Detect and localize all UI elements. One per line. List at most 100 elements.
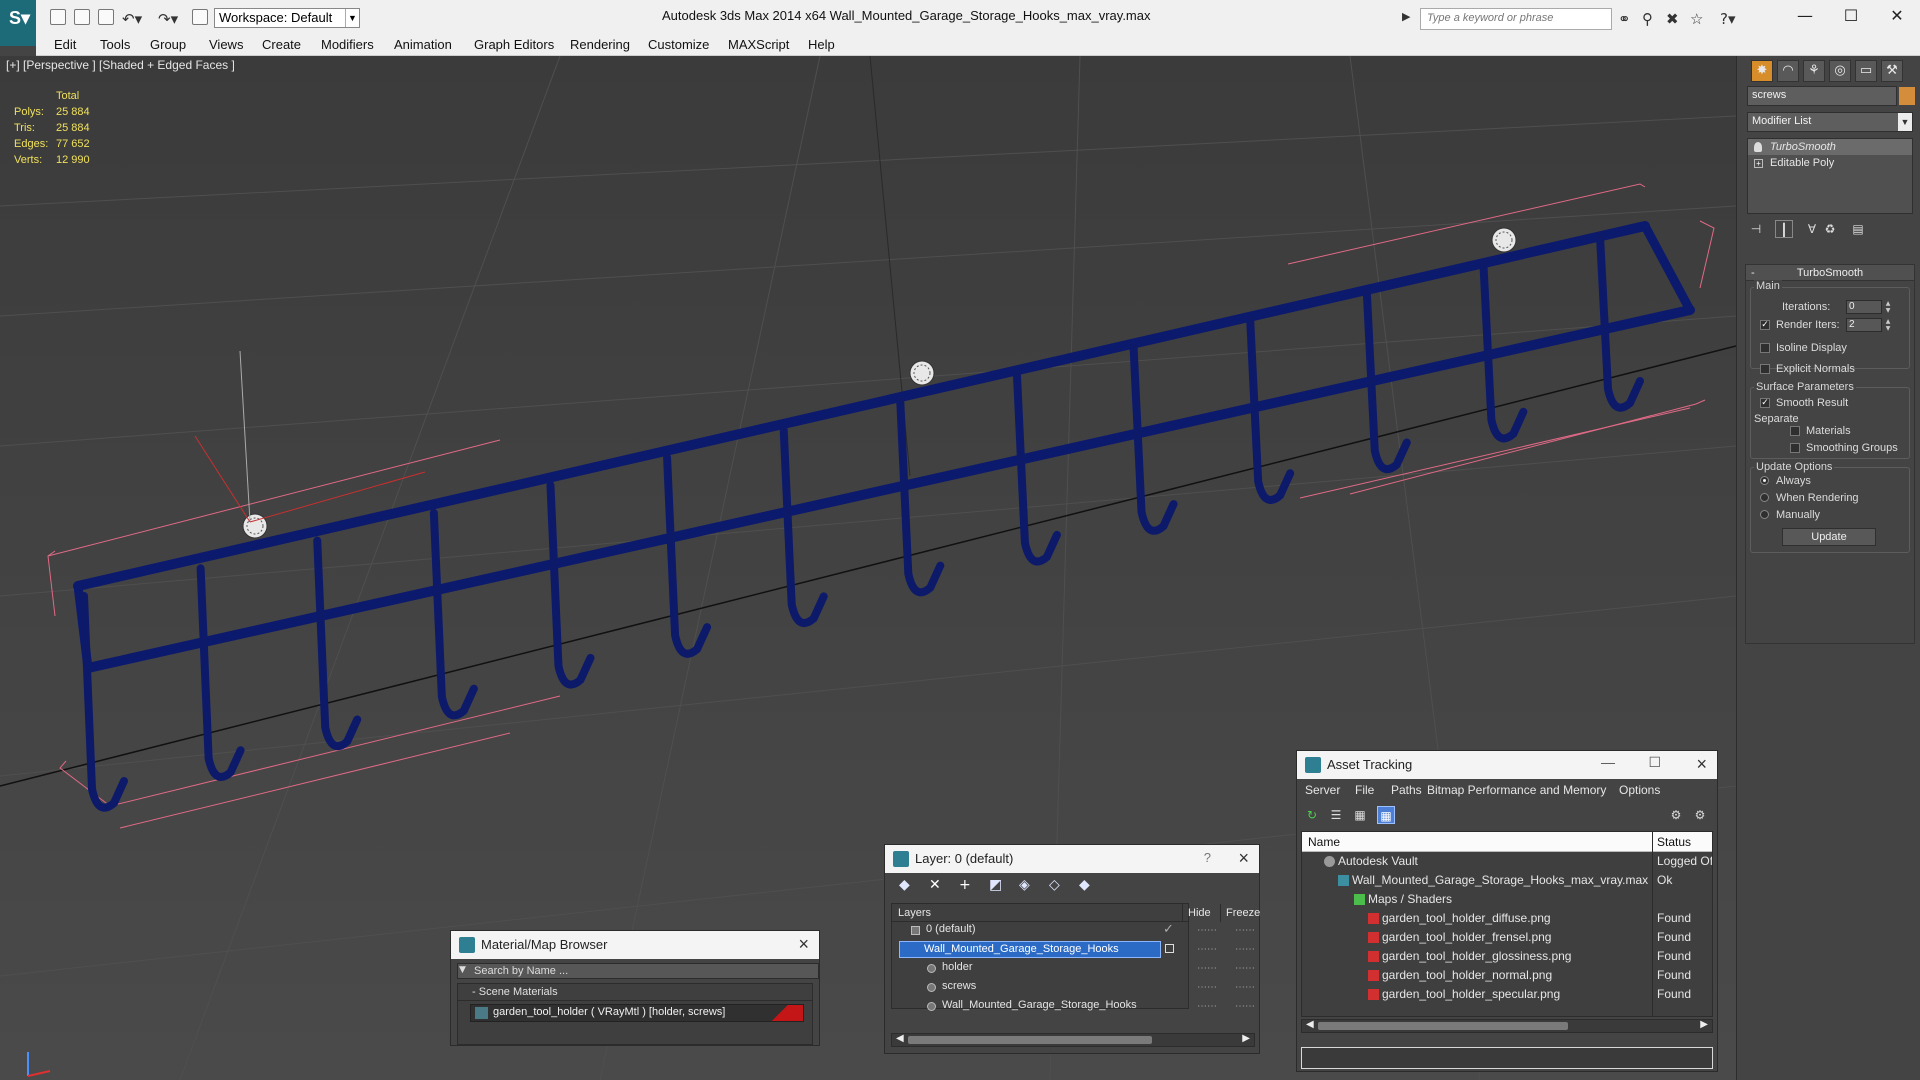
scroll-right-icon[interactable]: ▶ bbox=[1700, 1019, 1708, 1030]
add-to-layer-icon[interactable]: + bbox=[959, 877, 971, 893]
render-iters-checkbox[interactable]: ✓ bbox=[1760, 320, 1770, 330]
menu-edit[interactable]: Edit bbox=[54, 34, 76, 55]
minimize-button[interactable]: — bbox=[1782, 4, 1828, 28]
close-button[interactable]: ✕ bbox=[1874, 4, 1920, 28]
new-file-icon[interactable] bbox=[50, 9, 66, 25]
list-view-icon[interactable]: ☰ bbox=[1327, 806, 1345, 824]
set-current-toggle[interactable] bbox=[1165, 944, 1174, 953]
select-objects-icon[interactable]: ◩ bbox=[989, 877, 1002, 893]
menu-graph-editors[interactable]: Graph Editors bbox=[474, 34, 554, 55]
workspace-dropdown[interactable]: Workspace: Default ▼ bbox=[214, 8, 360, 28]
display-tab-icon[interactable]: ▭ bbox=[1855, 60, 1877, 82]
show-end-result-icon[interactable]: ┃ bbox=[1775, 220, 1793, 238]
delete-layer-icon[interactable]: ✕ bbox=[929, 877, 941, 893]
freeze-all-icon[interactable]: ◆ bbox=[1079, 877, 1090, 893]
hide-toggle[interactable]: ⋯⋯ bbox=[1197, 997, 1217, 1016]
create-tab-icon[interactable]: ✸ bbox=[1751, 60, 1773, 82]
pin-stack-icon[interactable]: ⊣ bbox=[1747, 220, 1765, 238]
highlight-layer-icon[interactable]: ◈ bbox=[1019, 877, 1030, 893]
layer-manager-titlebar[interactable]: Layer: 0 (default) ? × bbox=[885, 845, 1259, 873]
undo-icon[interactable]: ↶▾ bbox=[122, 10, 142, 28]
hierarchy-tab-icon[interactable]: ⚘ bbox=[1803, 60, 1825, 82]
communication-center-icon[interactable]: ⚲ bbox=[1642, 10, 1653, 28]
favorites-star-icon[interactable]: ☆ bbox=[1690, 10, 1703, 28]
asset-row-vault[interactable]: Autodesk Vault Logged Of bbox=[1302, 852, 1712, 871]
asset-row-frensel[interactable]: garden_tool_holder_frensel.png Found bbox=[1302, 928, 1712, 947]
grid-view-icon[interactable]: ▦ bbox=[1377, 806, 1395, 824]
asset-horizontal-scrollbar[interactable]: ◀ ▶ bbox=[1301, 1019, 1713, 1033]
configure-sets-icon[interactable]: ▤ bbox=[1849, 220, 1867, 238]
layers-column-header[interactable]: Layers bbox=[898, 907, 931, 919]
freeze-toggle[interactable]: ⋯⋯ bbox=[1235, 978, 1255, 997]
make-unique-icon[interactable]: ∀ bbox=[1803, 220, 1821, 238]
when-rendering-radio[interactable] bbox=[1760, 493, 1769, 502]
scroll-left-icon[interactable]: ◀ bbox=[1306, 1019, 1314, 1030]
asset-row-max-file[interactable]: Wall_Mounted_Garage_Storage_Hooks_max_vr… bbox=[1302, 871, 1712, 890]
search-expand-icon[interactable]: ▶ bbox=[1402, 10, 1410, 23]
menu-create[interactable]: Create bbox=[262, 34, 301, 55]
hide-toggle[interactable]: ⋯⋯ bbox=[1197, 940, 1217, 959]
object-color-swatch[interactable] bbox=[1899, 87, 1915, 105]
refresh-icon[interactable]: ↻ bbox=[1303, 806, 1321, 824]
save-file-icon[interactable] bbox=[98, 9, 114, 25]
layer-object-hooks[interactable]: Wall_Mounted_Garage_Storage_Hooks ⋯⋯ ⋯⋯ bbox=[891, 997, 1257, 1016]
asset-row-specular[interactable]: garden_tool_holder_specular.png Found bbox=[1302, 985, 1712, 1004]
maximize-button[interactable]: ☐ bbox=[1828, 4, 1874, 28]
asset-help-icon[interactable]: ⚙ bbox=[1691, 806, 1709, 824]
menu-tools[interactable]: Tools bbox=[100, 34, 130, 55]
layer-row-hooks[interactable]: Wall_Mounted_Garage_Storage_Hooks ⋯⋯ ⋯⋯ bbox=[891, 940, 1257, 959]
stack-item-editable-poly[interactable]: + Editable Poly bbox=[1748, 155, 1912, 171]
scroll-left-icon[interactable]: ◀ bbox=[896, 1033, 904, 1044]
maximize-button[interactable]: ☐ bbox=[1648, 754, 1661, 771]
menu-paths[interactable]: Paths bbox=[1391, 783, 1422, 797]
menu-options[interactable]: Options bbox=[1619, 783, 1660, 797]
layer-horizontal-scrollbar[interactable]: ◀ ▶ bbox=[891, 1033, 1255, 1047]
material-browser-titlebar[interactable]: Material/Map Browser × bbox=[451, 931, 819, 959]
hide-all-icon[interactable]: ◇ bbox=[1049, 877, 1060, 893]
asset-row-normal[interactable]: garden_tool_holder_normal.png Found bbox=[1302, 966, 1712, 985]
scroll-right-icon[interactable]: ▶ bbox=[1242, 1033, 1250, 1044]
close-icon[interactable]: × bbox=[1238, 848, 1249, 869]
hide-toggle[interactable]: ⋯⋯ bbox=[1197, 959, 1217, 978]
material-item[interactable]: garden_tool_holder ( VRayMtl ) [holder, … bbox=[470, 1004, 804, 1022]
remove-modifier-icon[interactable]: ♻ bbox=[1821, 220, 1839, 238]
redo-icon[interactable]: ↷▾ bbox=[158, 10, 178, 28]
freeze-toggle[interactable]: ⋯⋯ bbox=[1235, 959, 1255, 978]
menu-help[interactable]: Help bbox=[808, 34, 835, 55]
object-name-input[interactable]: screws bbox=[1747, 86, 1897, 106]
menu-customize[interactable]: Customize bbox=[648, 34, 709, 55]
freeze-toggle[interactable]: ⋯⋯ bbox=[1235, 940, 1255, 959]
menu-file[interactable]: File bbox=[1355, 783, 1374, 797]
modify-tab-icon[interactable]: ◠ bbox=[1777, 60, 1799, 82]
layer-object-screws[interactable]: screws ⋯⋯ ⋯⋯ bbox=[891, 978, 1257, 997]
new-layer-icon[interactable]: ◆ bbox=[899, 877, 910, 893]
motion-tab-icon[interactable]: ◎ bbox=[1829, 60, 1851, 82]
name-column-header[interactable]: Name bbox=[1308, 835, 1340, 849]
utilities-tab-icon[interactable]: ⚒ bbox=[1881, 60, 1903, 82]
exchange-apps-icon[interactable]: ✖ bbox=[1666, 10, 1679, 28]
help-icon[interactable]: ?▾ bbox=[1720, 10, 1736, 28]
open-file-icon[interactable] bbox=[74, 9, 90, 25]
freeze-toggle[interactable]: ⋯⋯ bbox=[1235, 997, 1255, 1016]
material-search-input[interactable]: Search by Name ... bbox=[457, 963, 819, 979]
scrollbar-thumb[interactable] bbox=[908, 1036, 1152, 1044]
menu-maxscript[interactable]: MAXScript bbox=[728, 34, 789, 55]
update-button[interactable]: Update bbox=[1782, 528, 1876, 546]
stack-item-turbosmooth[interactable]: TurboSmooth bbox=[1748, 139, 1912, 155]
lightbulb-icon[interactable] bbox=[1754, 142, 1762, 152]
close-icon[interactable]: × bbox=[798, 934, 809, 955]
project-folder-icon[interactable] bbox=[192, 9, 208, 25]
manually-radio[interactable] bbox=[1760, 510, 1769, 519]
hide-toggle[interactable]: ⋯⋯ bbox=[1197, 978, 1217, 997]
spinner-arrows-icon[interactable]: ▲ ▼ bbox=[1884, 318, 1892, 332]
smoothing-groups-checkbox[interactable] bbox=[1790, 443, 1800, 453]
options-dropdown-icon[interactable]: ▼ bbox=[459, 965, 466, 975]
hide-toggle[interactable]: ⋯⋯ bbox=[1197, 921, 1217, 940]
asset-tracking-titlebar[interactable]: Asset Tracking — ☐ × bbox=[1297, 751, 1717, 779]
freeze-toggle[interactable]: ⋯⋯ bbox=[1235, 921, 1255, 940]
modifier-list-dropdown[interactable]: Modifier List ▼ bbox=[1747, 112, 1913, 132]
table-view-icon[interactable]: ▦ bbox=[1351, 806, 1369, 824]
scrollbar-thumb[interactable] bbox=[1318, 1022, 1568, 1030]
scene-materials-header[interactable]: - Scene Materials bbox=[458, 984, 812, 1001]
menu-server[interactable]: Server bbox=[1305, 783, 1340, 797]
